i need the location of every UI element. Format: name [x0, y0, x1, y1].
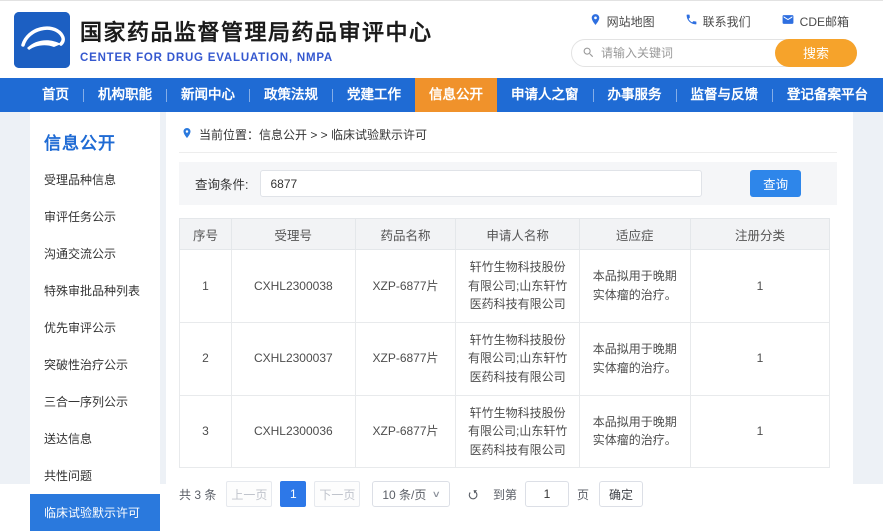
- goto-suffix: 页: [576, 487, 589, 502]
- cde-mail-label: CDE邮箱: [799, 14, 849, 29]
- nav-item-applicant-window[interactable]: 申请人之窗: [497, 78, 593, 112]
- sidebar-item-delivery-info[interactable]: 送达信息: [30, 420, 160, 457]
- header-right: 网站地图 联系我们 CDE邮箱 搜索: [571, 13, 857, 67]
- cell-drug-name: XZP-6877片: [354, 321, 457, 396]
- mail-icon: [781, 13, 795, 29]
- sidebar-title: 信息公开: [44, 134, 116, 153]
- col-header-seq: 序号: [178, 218, 233, 250]
- cell-registration-class: 1: [689, 321, 831, 396]
- pagination: 共 3 条 上一页 1 下一页 10 条/页 ∨ 到第 页 确定: [179, 481, 837, 508]
- prev-page-button[interactable]: 上一页: [226, 481, 273, 508]
- next-page-button[interactable]: 下一页: [314, 481, 361, 508]
- page-size-value: 10 条/页: [382, 487, 427, 502]
- site-header: 国家药品监督管理局药品审评中心 CENTER FOR DRUG EVALUATI…: [0, 1, 883, 78]
- nav-item-services[interactable]: 办事服务: [594, 78, 676, 112]
- page-size-select[interactable]: 10 条/页 ∨: [372, 481, 450, 508]
- cell-indication: 本品拟用于晚期实体瘤的治疗。: [578, 249, 691, 323]
- goto-prefix: 到第: [492, 487, 517, 502]
- main-nav: 首页 机构职能 新闻中心 政策法规 党建工作 信息公开 申请人之窗 办事服务 监…: [0, 78, 883, 112]
- site-title: 国家药品监督管理局药品审评中心: [80, 20, 433, 45]
- search-icon: [582, 46, 595, 59]
- sidebar-item-three-in-one[interactable]: 三合一序列公示: [30, 383, 160, 420]
- search-button[interactable]: 搜索: [775, 38, 857, 67]
- nav-item-home[interactable]: 首页: [28, 78, 83, 112]
- cell-applicant: 轩竹生物科技股份有限公司;山东轩竹医药科技有限公司: [455, 249, 580, 323]
- col-header-drug-name: 药品名称: [354, 218, 457, 250]
- cell-seq: 3: [178, 394, 233, 469]
- contact-us-link[interactable]: 联系我们: [685, 13, 751, 30]
- breadcrumb-text: 当前位置：信息公开 > > 临床试验默示许可: [199, 128, 428, 142]
- sitemap-label: 网站地图: [606, 14, 655, 29]
- cell-acceptance-no: CXHL2300036: [231, 394, 356, 469]
- col-header-registration-class: 注册分类: [689, 218, 831, 250]
- pagination-total: 共 3 条: [179, 487, 217, 502]
- main-panel: 当前位置：信息公开 > > 临床试验默示许可 查询条件: 查询 序号 受理号 药…: [166, 112, 853, 508]
- sidebar-item-breakthrough-therapy[interactable]: 突破性治疗公示: [30, 346, 160, 383]
- sidebar: 信息公开 受理品种信息 审评任务公示 沟通交流公示 特殊审批品种列表 优先审评公…: [30, 112, 160, 531]
- cell-indication: 本品拟用于晚期实体瘤的治疗。: [578, 321, 691, 396]
- query-bar: 查询条件: 查询: [179, 162, 837, 205]
- query-button[interactable]: 查询: [750, 170, 801, 197]
- table-row: 1 CXHL2300038 XZP-6877片 轩竹生物科技股份有限公司;山东轩…: [178, 249, 831, 323]
- nav-item-party-building[interactable]: 党建工作: [333, 78, 415, 112]
- nav-item-supervision-feedback[interactable]: 监督与反馈: [677, 78, 773, 112]
- location-pin-icon: [589, 13, 602, 29]
- location-pin-icon: [181, 127, 193, 142]
- table-row: 2 CXHL2300037 XZP-6877片 轩竹生物科技股份有限公司;山东轩…: [178, 321, 831, 396]
- phone-icon: [685, 13, 698, 29]
- col-header-applicant: 申请人名称: [455, 218, 580, 250]
- query-label: 查询条件:: [195, 178, 249, 192]
- cde-logo-icon: [14, 11, 70, 68]
- nav-item-info-disclosure[interactable]: 信息公开: [415, 78, 497, 112]
- nav-item-org-functions[interactable]: 机构职能: [84, 78, 166, 112]
- header-search-bar: 搜索: [571, 38, 857, 67]
- sidebar-item-clinical-trial-implied-license[interactable]: 临床试验默示许可: [30, 494, 160, 531]
- site-subtitle: CENTER FOR DRUG EVALUATION, NMPA: [80, 52, 334, 64]
- breadcrumb: 当前位置：信息公开 > > 临床试验默示许可: [179, 121, 837, 153]
- quick-links: 网站地图 联系我们 CDE邮箱: [589, 13, 857, 30]
- sitemap-link[interactable]: 网站地图: [589, 13, 655, 30]
- cell-registration-class: 1: [689, 249, 831, 323]
- cell-indication: 本品拟用于晚期实体瘤的治疗。: [578, 394, 691, 469]
- cell-applicant: 轩竹生物科技股份有限公司;山东轩竹医药科技有限公司: [455, 394, 580, 469]
- cell-seq: 1: [178, 249, 233, 323]
- chevron-down-icon: ∨: [432, 488, 442, 499]
- goto-page-input[interactable]: [524, 481, 569, 508]
- results-table: 序号 受理号 药品名称 申请人名称 适应症 注册分类 1 CXHL2300038…: [178, 218, 831, 469]
- cell-acceptance-no: CXHL2300037: [231, 321, 356, 396]
- sidebar-item-accepted-products[interactable]: 受理品种信息: [30, 161, 160, 198]
- page-1-button[interactable]: 1: [280, 481, 307, 508]
- nav-item-policy-regulations[interactable]: 政策法规: [250, 78, 332, 112]
- brand-text: 国家药品监督管理局药品审评中心 CENTER FOR DRUG EVALUATI…: [80, 15, 433, 64]
- table-header-row: 序号 受理号 药品名称 申请人名称 适应症 注册分类: [178, 218, 831, 250]
- sidebar-item-priority-review[interactable]: 优先审评公示: [30, 309, 160, 346]
- nav-item-registration-platform[interactable]: 登记备案平台: [773, 78, 882, 112]
- cde-mail-link[interactable]: CDE邮箱: [781, 13, 849, 30]
- sidebar-item-review-tasks[interactable]: 审评任务公示: [30, 198, 160, 235]
- table-row: 3 CXHL2300036 XZP-6877片 轩竹生物科技股份有限公司;山东轩…: [178, 394, 831, 469]
- sidebar-item-common-issues[interactable]: 共性问题: [30, 457, 160, 494]
- cell-drug-name: XZP-6877片: [354, 249, 457, 323]
- query-input[interactable]: [260, 170, 703, 197]
- contact-us-label: 联系我们: [702, 14, 751, 29]
- nav-item-news-center[interactable]: 新闻中心: [167, 78, 249, 112]
- refresh-icon[interactable]: [466, 487, 481, 502]
- col-header-indication: 适应症: [578, 218, 691, 250]
- goto-confirm-button[interactable]: 确定: [599, 481, 644, 508]
- content-area: 信息公开 受理品种信息 审评任务公示 沟通交流公示 特殊审批品种列表 优先审评公…: [0, 112, 883, 531]
- cell-registration-class: 1: [689, 394, 831, 469]
- sidebar-item-communication[interactable]: 沟通交流公示: [30, 235, 160, 272]
- cell-acceptance-no: CXHL2300038: [231, 249, 356, 323]
- cell-seq: 2: [178, 321, 233, 396]
- brand: 国家药品监督管理局药品审评中心 CENTER FOR DRUG EVALUATI…: [14, 11, 433, 68]
- cell-drug-name: XZP-6877片: [354, 394, 457, 469]
- sidebar-item-special-approval-list[interactable]: 特殊审批品种列表: [30, 272, 160, 309]
- col-header-acceptance-no: 受理号: [231, 218, 356, 250]
- cell-applicant: 轩竹生物科技股份有限公司;山东轩竹医药科技有限公司: [455, 321, 580, 396]
